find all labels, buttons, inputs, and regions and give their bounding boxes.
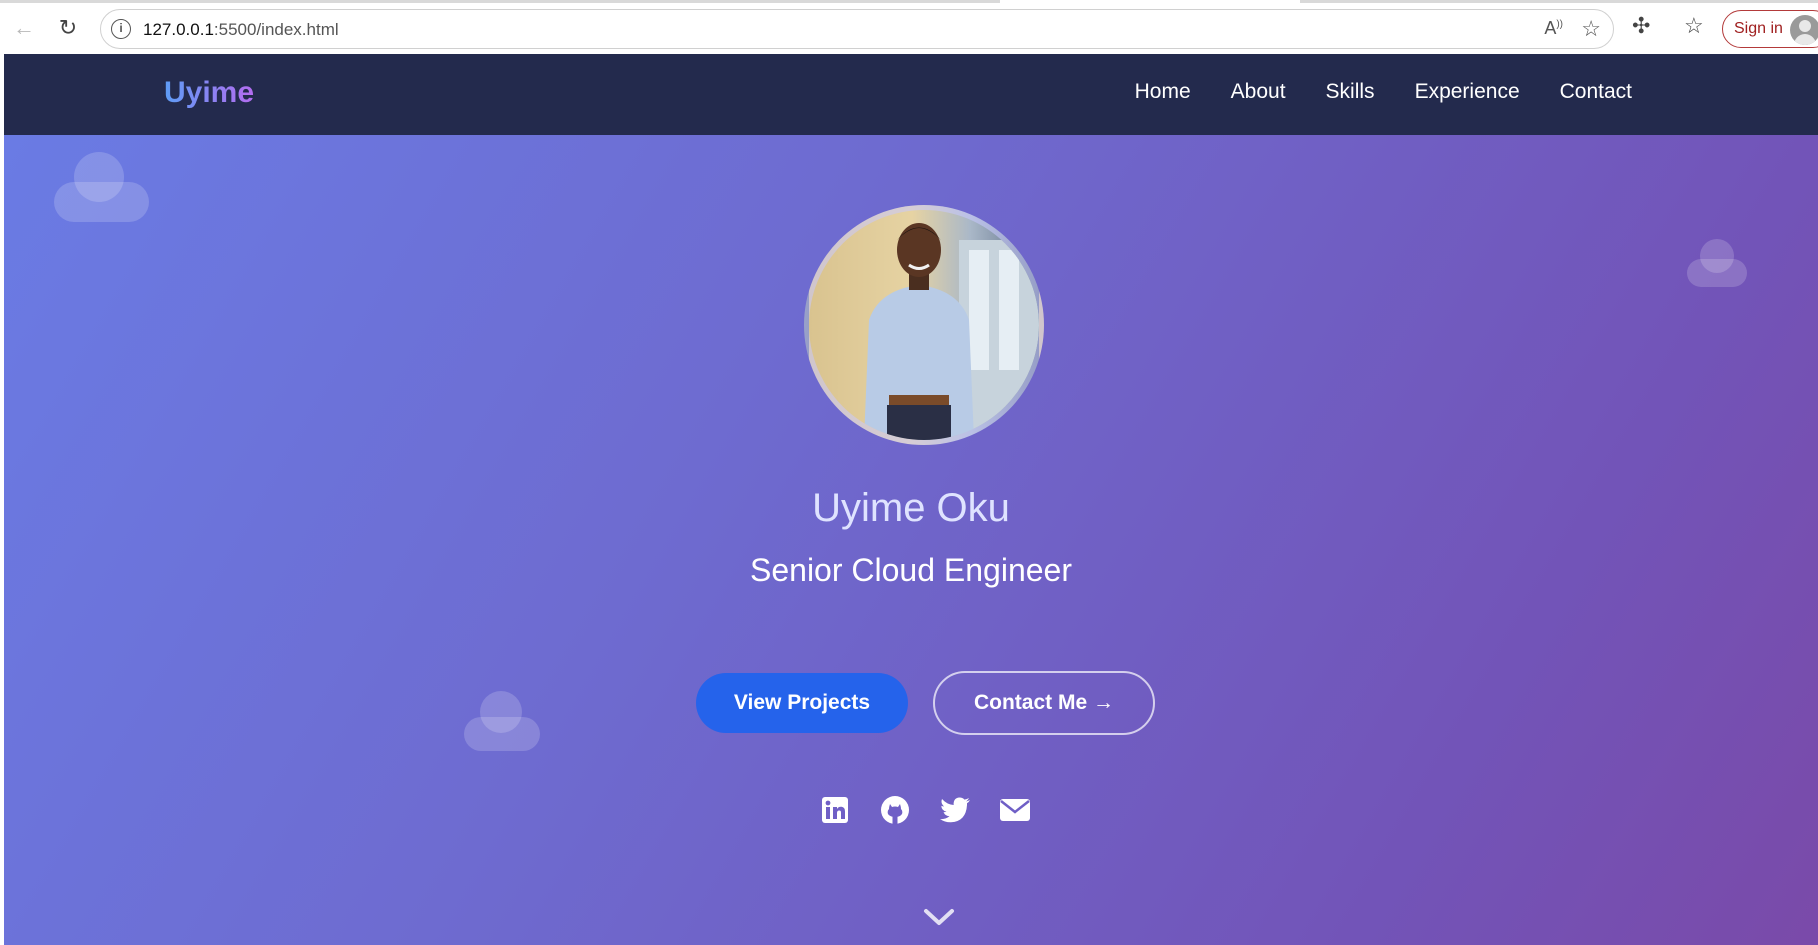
contact-me-button[interactable]: Contact Me → [933,671,1155,735]
scroll-down-chevron-icon[interactable] [922,905,956,929]
browser-toolbar: ← ↻ i 127.0.0.1:5500/index.html A)) ☆ ✣ … [0,0,1818,54]
url-text[interactable]: 127.0.0.1:5500/index.html [143,20,339,40]
hero-name: Uyime Oku [812,486,1010,530]
cloud-decoration-icon [1687,239,1747,287]
view-projects-button[interactable]: View Projects [696,673,908,733]
site-info-icon[interactable]: i [111,19,131,39]
sign-in-label: Sign in [1734,20,1783,37]
email-icon[interactable] [999,794,1031,826]
linkedin-icon[interactable] [819,794,851,826]
extensions-icon[interactable]: ✣ [1632,13,1650,39]
tab[interactable] [0,0,1000,3]
nav-link-skills[interactable]: Skills [1326,80,1375,104]
profile-avatar-icon [1790,15,1818,45]
portfolio-page: Uyime Home About Skills Experience Conta… [4,54,1818,945]
favorite-star-icon[interactable]: ☆ [1581,16,1601,42]
nav-link-home[interactable]: Home [1135,80,1191,104]
profile-photo [804,205,1044,445]
site-navbar: Uyime Home About Skills Experience Conta… [4,54,1818,135]
nav-links: Home About Skills Experience Contact [1135,80,1632,104]
nav-link-about[interactable]: About [1231,80,1286,104]
reload-icon[interactable]: ↻ [52,12,84,44]
social-links [819,794,1031,826]
back-arrow-icon[interactable]: ← [8,12,40,44]
read-aloud-icon[interactable]: A)) [1544,18,1563,39]
cloud-decoration-icon [54,152,149,222]
cloud-decoration-icon [464,691,540,751]
nav-link-experience[interactable]: Experience [1415,80,1520,104]
brand-logo[interactable]: Uyime [164,76,254,110]
tab[interactable] [1300,0,1818,3]
sign-in-button[interactable]: Sign in [1722,10,1818,48]
nav-link-contact[interactable]: Contact [1560,80,1632,104]
address-bar[interactable]: i 127.0.0.1:5500/index.html A)) ☆ [100,9,1614,49]
hero-title: Senior Cloud Engineer [750,552,1072,588]
tab-strip [0,0,1818,4]
github-icon[interactable] [879,794,911,826]
favorites-icon[interactable]: ☆ [1684,13,1704,39]
twitter-icon[interactable] [939,794,971,826]
